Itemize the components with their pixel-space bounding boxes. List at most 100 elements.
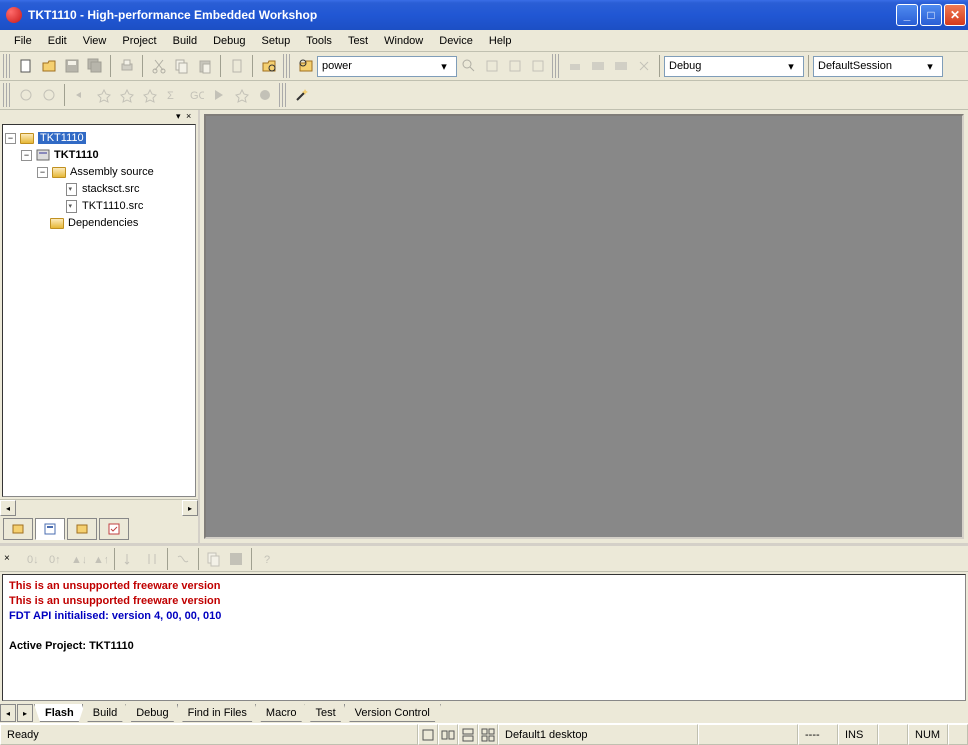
debug-btn-1[interactable] bbox=[14, 84, 37, 107]
output-text[interactable]: This is an unsupported freeware version … bbox=[2, 574, 966, 701]
stop-button[interactable] bbox=[253, 84, 276, 107]
panel-close-icon[interactable]: × bbox=[186, 111, 196, 121]
menu-help[interactable]: Help bbox=[481, 33, 520, 49]
toolbar-btn-7[interactable] bbox=[632, 55, 655, 78]
paste-button[interactable] bbox=[193, 55, 216, 78]
menu-build[interactable]: Build bbox=[165, 33, 205, 49]
session-combo[interactable]: DefaultSession ▾ bbox=[813, 56, 943, 77]
dropdown-icon: ▾ bbox=[436, 60, 452, 73]
maximize-button[interactable]: □ bbox=[920, 4, 942, 26]
menu-edit[interactable]: Edit bbox=[40, 33, 75, 49]
output-tab-vc[interactable]: Version Control bbox=[344, 704, 441, 722]
save-button[interactable] bbox=[60, 55, 83, 78]
toolbar-btn-3[interactable] bbox=[526, 55, 549, 78]
tree-collapse-icon[interactable]: − bbox=[5, 133, 16, 144]
tree-root[interactable]: TKT1110 bbox=[38, 132, 86, 144]
debug-btn-4[interactable] bbox=[92, 84, 115, 107]
toolbar-btn-6[interactable] bbox=[609, 55, 632, 78]
output-tab-flash[interactable]: Flash bbox=[34, 704, 85, 722]
tree-tab-1[interactable] bbox=[3, 518, 33, 540]
out-btn-2[interactable]: 0↑ bbox=[44, 548, 66, 570]
menu-test[interactable]: Test bbox=[340, 33, 376, 49]
tab-nav-next[interactable]: ▸ bbox=[17, 704, 33, 722]
tree-folder-deps[interactable]: Dependencies bbox=[68, 217, 138, 229]
menu-file[interactable]: File bbox=[6, 33, 40, 49]
status-icon-2[interactable] bbox=[438, 724, 458, 745]
out-btn-6[interactable] bbox=[141, 548, 163, 570]
debug-btn-3[interactable] bbox=[69, 84, 92, 107]
print-button[interactable] bbox=[115, 55, 138, 78]
config-combo[interactable]: Debug ▾ bbox=[664, 56, 804, 77]
status-grip[interactable] bbox=[948, 724, 968, 745]
out-btn-3[interactable]: ▲↓ bbox=[66, 548, 88, 570]
open-file-button[interactable] bbox=[37, 55, 60, 78]
toolbar-btn-2[interactable] bbox=[503, 55, 526, 78]
status-icon-3[interactable] bbox=[458, 724, 478, 745]
output-close-icon[interactable]: × bbox=[4, 553, 16, 564]
status-icon-4[interactable] bbox=[478, 724, 498, 745]
tree-tab-3[interactable] bbox=[67, 518, 97, 540]
output-line: This is an unsupported freeware version bbox=[9, 594, 959, 609]
title-bar: TKT1110 - High-performance Embedded Work… bbox=[0, 0, 968, 30]
output-tabs: ◂ ▸ Flash Build Debug Find in Files Macr… bbox=[0, 703, 968, 723]
debug-btn-7[interactable]: Σ bbox=[161, 84, 184, 107]
run-button[interactable] bbox=[207, 84, 230, 107]
status-desktop: Default1 desktop bbox=[498, 724, 698, 745]
menu-project[interactable]: Project bbox=[114, 33, 164, 49]
cut-button[interactable] bbox=[147, 55, 170, 78]
find-next-button[interactable] bbox=[457, 55, 480, 78]
save-all-button[interactable] bbox=[83, 55, 106, 78]
menu-tools[interactable]: Tools bbox=[298, 33, 340, 49]
toolbar-btn-1[interactable] bbox=[480, 55, 503, 78]
minimize-button[interactable]: _ bbox=[896, 4, 918, 26]
debug-btn-6[interactable] bbox=[138, 84, 161, 107]
out-btn-1[interactable]: 0↓ bbox=[22, 548, 44, 570]
menu-bar: File Edit View Project Build Debug Setup… bbox=[0, 30, 968, 52]
debug-btn-8[interactable]: GO bbox=[184, 84, 207, 107]
find-button[interactable] bbox=[257, 55, 280, 78]
output-tab-debug[interactable]: Debug bbox=[125, 704, 179, 722]
debug-btn-9[interactable] bbox=[230, 84, 253, 107]
tree-folder-assembly[interactable]: Assembly source bbox=[70, 166, 154, 178]
find-in-files-button[interactable] bbox=[294, 55, 317, 78]
status-icon-1[interactable] bbox=[418, 724, 438, 745]
search-combo[interactable]: power ▾ bbox=[317, 56, 457, 77]
menu-debug[interactable]: Debug bbox=[205, 33, 253, 49]
wand-button[interactable] bbox=[290, 84, 313, 107]
out-btn-5[interactable] bbox=[119, 548, 141, 570]
project-tree[interactable]: − TKT1110 − TKT1110 − Assembly source st… bbox=[2, 124, 196, 497]
tree-file-2[interactable]: TKT1110.src bbox=[82, 200, 143, 212]
output-tab-test[interactable]: Test bbox=[304, 704, 346, 722]
tree-file-1[interactable]: stacksct.src bbox=[82, 183, 139, 195]
tree-collapse-icon[interactable]: − bbox=[37, 167, 48, 178]
pin-icon[interactable]: ▾ bbox=[176, 111, 186, 121]
out-btn-help[interactable]: ? bbox=[256, 548, 278, 570]
menu-view[interactable]: View bbox=[75, 33, 115, 49]
tree-collapse-icon[interactable]: − bbox=[21, 150, 32, 161]
output-tab-build[interactable]: Build bbox=[82, 704, 128, 722]
menu-setup[interactable]: Setup bbox=[254, 33, 299, 49]
copy-button[interactable] bbox=[170, 55, 193, 78]
folder-icon bbox=[52, 167, 66, 178]
close-button[interactable]: ✕ bbox=[944, 4, 966, 26]
debug-btn-2[interactable] bbox=[37, 84, 60, 107]
debug-btn-5[interactable] bbox=[115, 84, 138, 107]
svg-text:GO: GO bbox=[190, 90, 204, 102]
tree-scrollbar[interactable]: ◂▸ bbox=[0, 499, 198, 515]
out-btn-copy[interactable] bbox=[203, 548, 225, 570]
menu-device[interactable]: Device bbox=[431, 33, 481, 49]
out-btn-clear[interactable] bbox=[172, 548, 194, 570]
tree-tab-2[interactable] bbox=[35, 518, 65, 540]
tree-tab-4[interactable] bbox=[99, 518, 129, 540]
out-btn-save[interactable] bbox=[225, 548, 247, 570]
new-file-button[interactable] bbox=[14, 55, 37, 78]
toolbar-btn-5[interactable] bbox=[586, 55, 609, 78]
output-tab-find[interactable]: Find in Files bbox=[177, 704, 258, 722]
menu-window[interactable]: Window bbox=[376, 33, 431, 49]
output-tab-macro[interactable]: Macro bbox=[255, 704, 308, 722]
toolbar-btn-4[interactable] bbox=[563, 55, 586, 78]
tab-nav-prev[interactable]: ◂ bbox=[0, 704, 16, 722]
bookmark-button[interactable] bbox=[225, 55, 248, 78]
out-btn-4[interactable]: ▲↑ bbox=[88, 548, 110, 570]
tree-project[interactable]: TKT1110 bbox=[54, 149, 99, 161]
